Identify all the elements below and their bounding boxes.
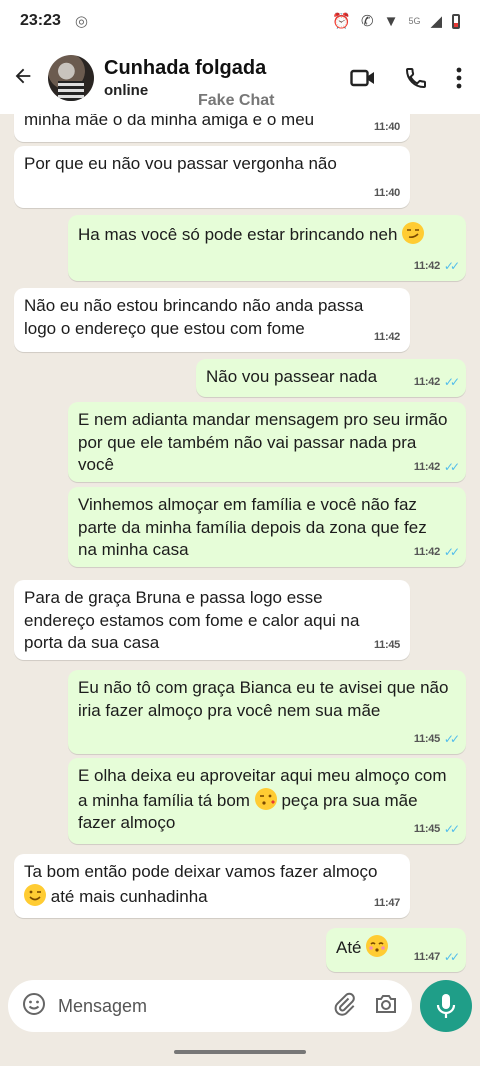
status-bar: 23:23 ◎ ⏰ ✆ ▼ 5G ◢	[0, 0, 480, 42]
microphone-icon	[436, 994, 456, 1018]
attach-icon[interactable]	[332, 992, 356, 1021]
kissing-face-emoji	[366, 935, 389, 957]
message-text: Não eu não estou brincando não anda pass…	[24, 296, 364, 338]
message-outgoing[interactable]: E nem adianta mandar mensagem pro seu ir…	[68, 402, 466, 482]
message-time: 11:42	[413, 375, 440, 388]
face-blowing-kiss-emoji	[254, 787, 277, 810]
winking-face-emoji	[24, 883, 46, 906]
message-text: Por que eu não vou passar vergonha não	[24, 154, 337, 173]
video-call-icon[interactable]	[350, 67, 376, 89]
contact-name: Cunhada folgada	[104, 57, 267, 79]
message-text-continued: até mais cunhadinha	[50, 886, 208, 906]
alarm-icon: ⏰	[332, 13, 351, 30]
avatar[interactable]	[48, 55, 94, 101]
message-time: 11:45	[373, 638, 400, 651]
network-label: 5G	[408, 16, 421, 26]
read-ticks-icon: ✓✓	[443, 258, 460, 273]
status-time: 23:23	[20, 12, 61, 29]
settings-status-icon: ◎	[74, 13, 89, 30]
voice-call-icon[interactable]	[404, 66, 428, 90]
message-time: 11:42	[373, 330, 400, 343]
emoji-icon[interactable]	[22, 992, 46, 1021]
message-incoming[interactable]: Ta bom então pode deixar vamos fazer alm…	[14, 854, 410, 918]
wifi-calling-icon: ✆	[361, 13, 374, 30]
message-outgoing[interactable]: Ha mas você só pode estar brincando neh …	[68, 215, 466, 281]
message-list: minha mãe o da minha amiga e o meu 11:40…	[0, 114, 480, 974]
message-time: 11:47	[413, 950, 440, 963]
message-text: Para de graça Bruna e passa logo esse en…	[24, 588, 360, 652]
message-text: minha mãe o da minha amiga e o meu	[24, 114, 315, 129]
gesture-bar[interactable]	[174, 1050, 306, 1054]
message-outgoing[interactable]: Não vou passear nada 11:42 ✓✓	[196, 359, 466, 397]
message-text: Ha mas você só pode estar brincando neh	[78, 225, 398, 244]
read-ticks-icon: ✓✓	[443, 459, 460, 474]
message-incoming[interactable]: Por que eu não vou passar vergonha não 1…	[14, 146, 410, 208]
voice-message-button[interactable]	[420, 980, 472, 1032]
message-incoming[interactable]: Para de graça Bruna e passa logo esse en…	[14, 580, 410, 660]
camera-icon[interactable]	[374, 993, 398, 1020]
message-text: Até	[336, 938, 362, 957]
battery-icon	[452, 13, 460, 29]
message-input[interactable]: Mensagem	[58, 996, 332, 1017]
message-time: 11:47	[373, 896, 400, 909]
message-time: 11:45	[413, 732, 440, 745]
message-incoming[interactable]: minha mãe o da minha amiga e o meu 11:40	[14, 114, 410, 142]
message-text: E nem adianta mandar mensagem pro seu ir…	[78, 410, 448, 474]
message-time: 11:42	[413, 545, 440, 558]
message-time: 11:42	[413, 259, 440, 272]
read-ticks-icon: ✓✓	[443, 949, 460, 964]
message-time: 11:40	[373, 186, 400, 199]
read-ticks-icon: ✓✓	[443, 544, 460, 559]
watermark: Fake Chat	[198, 92, 275, 109]
back-arrow-icon[interactable]	[12, 63, 38, 94]
message-time: 11:40	[373, 120, 400, 133]
message-text: Eu não tô com graça Bianca eu te avisei …	[78, 678, 449, 720]
read-ticks-icon: ✓✓	[443, 731, 460, 746]
more-options-icon[interactable]	[456, 67, 462, 89]
read-ticks-icon: ✓✓	[443, 374, 460, 389]
message-incoming[interactable]: Não eu não estou brincando não anda pass…	[14, 288, 410, 352]
read-ticks-icon: ✓✓	[443, 821, 460, 836]
message-outgoing[interactable]: E olha deixa eu aproveitar aqui meu almo…	[68, 758, 466, 844]
signal-icon: ◢	[430, 13, 442, 30]
message-time: 11:45	[413, 822, 440, 835]
message-composer[interactable]: Mensagem	[8, 980, 412, 1032]
message-text: Vinhemos almoçar em família e você não f…	[78, 495, 427, 559]
message-outgoing[interactable]: Vinhemos almoçar em família e você não f…	[68, 487, 466, 567]
message-outgoing[interactable]: Eu não tô com graça Bianca eu te avisei …	[68, 670, 466, 754]
smirking-face-emoji	[402, 222, 425, 244]
message-outgoing[interactable]: Até 11:47 ✓✓	[326, 928, 466, 972]
status-icons: ⏰ ✆ ▼ 5G ◢	[332, 12, 460, 30]
wifi-icon: ▼	[383, 12, 399, 30]
message-time: 11:42	[413, 460, 440, 473]
message-text: Ta bom então pode deixar vamos fazer alm…	[24, 862, 378, 881]
